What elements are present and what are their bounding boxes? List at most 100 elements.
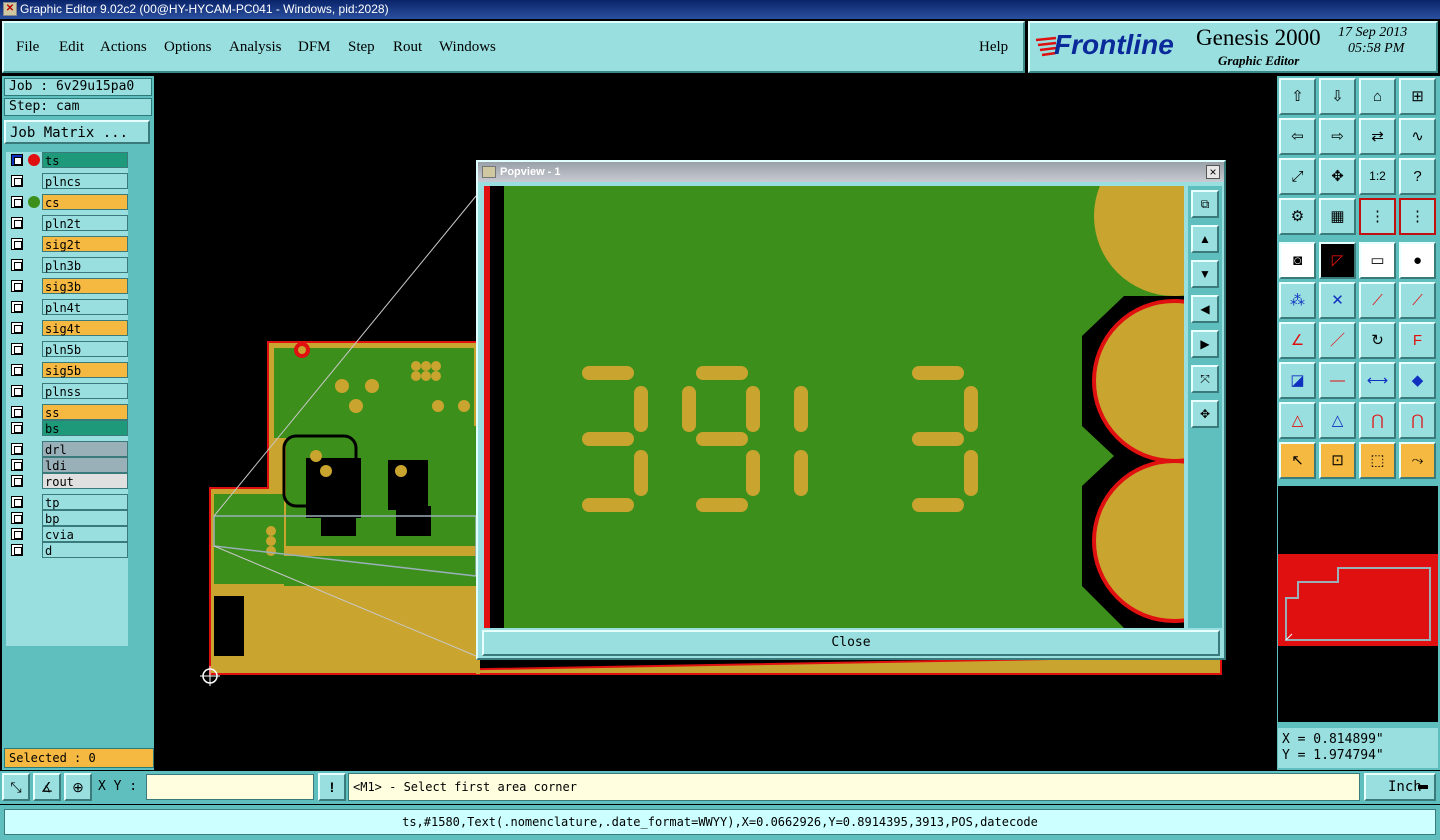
layer-row-plncs[interactable]: plncs (8, 173, 128, 189)
measure-icon[interactable]: ⟷ (1359, 362, 1396, 399)
popview-canvas[interactable] (484, 186, 1184, 628)
layer-row-plnss[interactable]: plnss (8, 383, 128, 399)
help-icon[interactable]: ? (1399, 158, 1436, 195)
popview-zoom-in-icon[interactable]: ✥ (1191, 400, 1219, 428)
window-split-icon[interactable]: ⊞ (1399, 78, 1436, 115)
zoom-1to2-icon[interactable]: 1:2 (1359, 158, 1396, 195)
job-matrix-button[interactable]: Job Matrix ... (4, 120, 150, 144)
pointer-box-icon[interactable]: ⊡ (1319, 442, 1356, 479)
pointer-icon[interactable]: ↖ (1279, 442, 1316, 479)
layer-name[interactable]: pln5b (42, 341, 128, 357)
line-icon[interactable]: ／ (1319, 322, 1356, 359)
layer-name[interactable]: bp (42, 510, 128, 526)
layer-checkbox[interactable] (11, 528, 23, 540)
menu-help[interactable]: Help (979, 39, 1008, 56)
layer-row-pln3b[interactable]: pln3b (8, 257, 128, 273)
layer-row-sig4t[interactable]: sig4t (8, 320, 128, 336)
layer-checkbox[interactable] (11, 364, 23, 376)
angle-icon[interactable]: ∠ (1279, 322, 1316, 359)
layer-row-sig5b[interactable]: sig5b (8, 362, 128, 378)
corner-icon[interactable]: ◸ (1319, 242, 1356, 279)
menu-analysis[interactable]: Analysis (229, 39, 282, 56)
menu-options[interactable]: Options (164, 39, 212, 56)
layer-row-d[interactable]: d (8, 542, 128, 558)
layer-name[interactable]: drl (42, 441, 128, 457)
layer-name[interactable]: cvia (42, 526, 128, 542)
menu-windows[interactable]: Windows (439, 39, 496, 56)
menu-file[interactable]: File (16, 39, 39, 56)
dot-icon[interactable]: ● (1399, 242, 1436, 279)
app-icon[interactable]: ✕ (3, 2, 17, 16)
arch-icon[interactable]: ⋂ (1359, 402, 1396, 439)
layer-name[interactable]: d (42, 542, 128, 558)
layer-row-drl[interactable]: drl (8, 441, 128, 457)
popview-zoom-out-icon[interactable]: ⤧ (1191, 365, 1219, 393)
layer-row-ss[interactable]: ss (8, 404, 128, 420)
popview-close-button[interactable]: Close (482, 630, 1220, 656)
snap-grid-icon[interactable]: ⊕ (64, 773, 92, 801)
layer-name[interactable]: tp (42, 494, 128, 510)
horizontal-line-icon[interactable]: — (1319, 362, 1356, 399)
layer-checkbox[interactable] (11, 544, 23, 556)
layer-name[interactable]: rout (42, 473, 128, 489)
layer-checkbox[interactable] (11, 322, 23, 334)
layer-row-ldi[interactable]: ldi (8, 457, 128, 473)
popview-pan-left-icon[interactable]: ◀ (1191, 295, 1219, 323)
popview-zoom-fit-icon[interactable]: ⧉ (1191, 190, 1219, 218)
layer-row-tp[interactable]: tp (8, 494, 128, 510)
layer-checkbox[interactable] (11, 301, 23, 313)
menu-step[interactable]: Step (348, 39, 375, 56)
arch-cross-icon[interactable]: ⋂ (1399, 402, 1436, 439)
popview-pan-up-icon[interactable]: ▲ (1191, 225, 1219, 253)
popview-pan-down-icon[interactable]: ▼ (1191, 260, 1219, 288)
snap-angle-icon[interactable]: ∡ (33, 773, 61, 801)
layer-checkbox[interactable] (11, 154, 23, 166)
layer-row-pln4t[interactable]: pln4t (8, 299, 128, 315)
layer-name[interactable]: sig5b (42, 362, 128, 378)
layer-name[interactable]: bs (42, 420, 128, 436)
swap-icon[interactable]: ⇄ (1359, 118, 1396, 155)
layer-name[interactable]: pln4t (42, 299, 128, 315)
grid-icon[interactable]: ▦ (1319, 198, 1356, 235)
menu-dfm[interactable]: DFM (298, 39, 331, 56)
xy-input[interactable] (146, 774, 314, 800)
delete-point-icon[interactable]: ✕ (1319, 282, 1356, 319)
layer-name[interactable]: sig4t (42, 320, 128, 336)
triangle-blue-icon[interactable]: △ (1319, 402, 1356, 439)
layer-checkbox[interactable] (11, 175, 23, 187)
sine-wave-icon[interactable]: ∿ (1399, 118, 1436, 155)
layer-name[interactable]: plncs (42, 173, 128, 189)
layer-name[interactable]: pln2t (42, 215, 128, 231)
layer-checkbox[interactable] (11, 196, 23, 208)
add-line-icon[interactable]: ⟋ (1359, 282, 1396, 319)
layer-checkbox[interactable] (11, 475, 23, 487)
net-nodes-icon[interactable]: ⁂ (1279, 282, 1316, 319)
layer-name[interactable]: plnss (42, 383, 128, 399)
text-f-icon[interactable]: F (1399, 322, 1436, 359)
layer-name[interactable]: ss (42, 404, 128, 420)
units-select[interactable]: Inch (1364, 773, 1436, 801)
net-connect-icon[interactable]: ⋮ (1359, 198, 1396, 235)
layer-checkbox[interactable] (11, 459, 23, 471)
zoom-center-icon[interactable]: ✥ (1319, 158, 1356, 195)
layer-row-cs[interactable]: cs (8, 194, 128, 210)
layer-checkbox[interactable] (11, 385, 23, 397)
layer-checkbox[interactable] (11, 422, 23, 434)
menu-actions[interactable]: Actions (100, 39, 147, 56)
snap-icon[interactable]: ⤡ (2, 773, 30, 801)
arc-icon[interactable]: ↻ (1359, 322, 1396, 359)
layer-checkbox[interactable] (11, 280, 23, 292)
zoom-extents-icon[interactable]: ⤢ (1279, 158, 1316, 195)
pad-add-icon[interactable]: ◪ (1279, 362, 1316, 399)
layer-row-bs[interactable]: bs (8, 420, 128, 436)
layer-row-bp[interactable]: bp (8, 510, 128, 526)
menu-rout[interactable]: Rout (393, 39, 422, 56)
overview-map[interactable] (1278, 486, 1438, 722)
layer-row-cvia[interactable]: cvia (8, 526, 128, 542)
triangle-icon[interactable]: △ (1279, 402, 1316, 439)
ruler-icon[interactable]: ▭ (1359, 242, 1396, 279)
pad-select-icon[interactable]: ◙ (1279, 242, 1316, 279)
pointer-select-icon[interactable]: ⬚ (1359, 442, 1396, 479)
layer-row-rout[interactable]: rout (8, 473, 128, 489)
layer-row-sig2t[interactable]: sig2t (8, 236, 128, 252)
